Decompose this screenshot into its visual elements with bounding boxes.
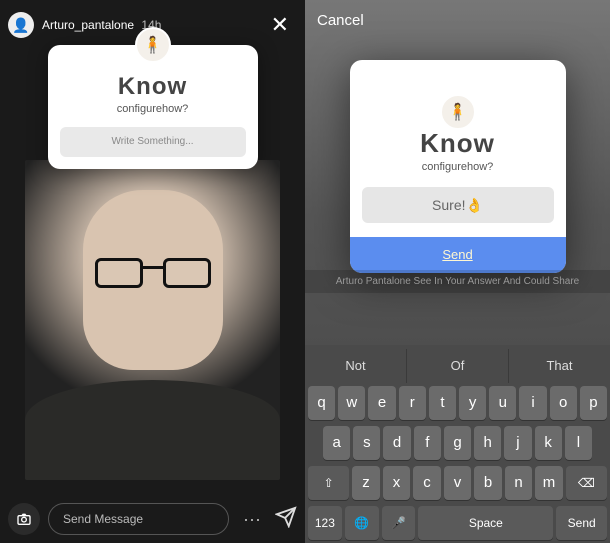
key-e[interactable]: e — [368, 386, 395, 420]
key-a[interactable]: a — [323, 426, 350, 460]
username-text: Arturo_pantalone — [42, 18, 134, 32]
suggestion[interactable]: Not — [305, 349, 407, 383]
question-sticker[interactable]: 🧍 Know configurehow? Write Something... — [48, 45, 258, 169]
key-d[interactable]: d — [383, 426, 410, 460]
key-row-4: 123 🌐 🎤 Space Send — [305, 503, 610, 543]
key-backspace[interactable]: ⌫ — [566, 466, 607, 500]
story-footer: Send Message ··· — [8, 503, 297, 535]
key-m[interactable]: m — [535, 466, 563, 500]
answer-subtitle: configurehow? — [350, 161, 566, 173]
key-123[interactable]: 123 — [308, 506, 342, 540]
key-u[interactable]: u — [489, 386, 516, 420]
key-shift[interactable]: ⇧ — [308, 466, 349, 500]
answer-view: Cancel 🧍 Know configurehow? Sure!👌 Send … — [305, 0, 610, 543]
key-row-1: q w e r t y u i o p — [305, 383, 610, 423]
story-time: 14h — [141, 18, 161, 32]
key-t[interactable]: t — [429, 386, 456, 420]
key-g[interactable]: g — [444, 426, 471, 460]
suggestion-bar: Not Of That — [305, 349, 610, 383]
sticker-subtitle: configurehow? — [60, 103, 246, 115]
story-header: 👤 Arturo_pantalone 14h ✕ — [8, 8, 297, 42]
close-icon[interactable]: ✕ — [263, 8, 297, 42]
key-k[interactable]: k — [535, 426, 562, 460]
key-x[interactable]: x — [383, 466, 411, 500]
suggestion[interactable]: That — [509, 349, 610, 383]
key-l[interactable]: l — [565, 426, 592, 460]
answer-input[interactable]: Sure!👌 — [362, 187, 554, 223]
more-button[interactable]: ··· — [237, 509, 267, 530]
key-q[interactable]: q — [308, 386, 335, 420]
username[interactable]: Arturo_pantalone 14h — [42, 18, 161, 32]
keyboard: Not Of That q w e r t y u i o p a s d f … — [305, 345, 610, 543]
sticker-title: Know — [60, 73, 246, 101]
key-b[interactable]: b — [474, 466, 502, 500]
key-v[interactable]: v — [444, 466, 472, 500]
key-z[interactable]: z — [352, 466, 380, 500]
suggestion[interactable]: Of — [407, 349, 509, 383]
key-row-3: ⇧ z x c v b n m ⌫ — [305, 463, 610, 503]
key-c[interactable]: c — [413, 466, 441, 500]
key-send[interactable]: Send — [556, 506, 607, 540]
message-input[interactable]: Send Message — [48, 503, 229, 535]
key-f[interactable]: f — [414, 426, 441, 460]
camera-button[interactable] — [8, 503, 40, 535]
answer-title: Know — [350, 128, 566, 159]
key-s[interactable]: s — [353, 426, 380, 460]
key-o[interactable]: o — [550, 386, 577, 420]
sticker-input[interactable]: Write Something... — [60, 127, 246, 157]
cancel-button[interactable]: Cancel — [317, 12, 364, 29]
key-y[interactable]: y — [459, 386, 486, 420]
story-view: 👤 Arturo_pantalone 14h ✕ 🧍 Know configur… — [0, 0, 305, 543]
key-i[interactable]: i — [519, 386, 546, 420]
mic-icon[interactable]: 🎤 — [382, 506, 416, 540]
camera-icon — [16, 511, 32, 527]
disclaimer-text: Arturo Pantalone See In Your Answer And … — [305, 270, 610, 293]
key-j[interactable]: j — [504, 426, 531, 460]
story-photo[interactable] — [25, 160, 280, 480]
share-button[interactable] — [275, 506, 297, 533]
key-space[interactable]: Space — [418, 506, 553, 540]
key-row-2: a s d f g h j k l — [305, 423, 610, 463]
answer-card: 🧍 Know configurehow? Sure!👌 Send — [350, 60, 566, 273]
key-w[interactable]: w — [338, 386, 365, 420]
user-avatar[interactable]: 👤 — [8, 12, 34, 38]
globe-icon[interactable]: 🌐 — [345, 506, 379, 540]
paper-plane-icon — [275, 506, 297, 528]
send-button[interactable]: Send — [350, 237, 566, 273]
shirt — [25, 380, 280, 480]
key-n[interactable]: n — [505, 466, 533, 500]
answer-avatar-icon: 🧍 — [440, 94, 476, 130]
key-h[interactable]: h — [474, 426, 501, 460]
key-r[interactable]: r — [399, 386, 426, 420]
glasses — [95, 258, 211, 290]
key-p[interactable]: p — [580, 386, 607, 420]
face — [83, 190, 223, 370]
